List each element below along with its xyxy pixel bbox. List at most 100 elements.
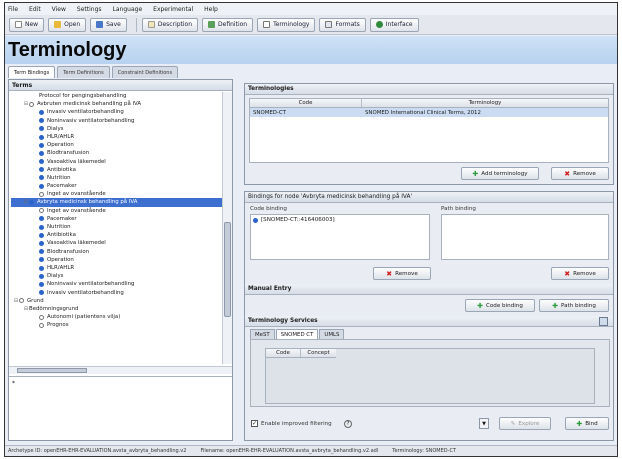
tree-node-label: Bedömningsgrund	[29, 305, 79, 312]
tree-node[interactable]: Dialys	[11, 125, 222, 133]
tree-node[interactable]: Antibiotika	[11, 166, 222, 174]
tab-umls[interactable]: UMLS	[319, 329, 345, 339]
menu-language[interactable]: Language	[113, 6, 143, 13]
tree-node[interactable]: Blodtransfusion	[11, 248, 222, 256]
coded-term-icon	[29, 200, 34, 206]
definition-button[interactable]: Definition	[202, 17, 254, 32]
menu-file[interactable]: File	[8, 6, 18, 13]
tree-node-label: Autonomi (patientens vilja)	[47, 314, 121, 321]
table-row[interactable]: SNOMED-CT SNOMED International Clinical …	[250, 108, 608, 117]
tab-term-definitions[interactable]: Term Definitions	[57, 66, 110, 78]
term-node-icon	[39, 322, 44, 328]
tree-node[interactable]: ⊟ Grund	[11, 297, 222, 305]
tree-node[interactable]: Inget av ovanstående	[11, 207, 222, 215]
remove-x-icon: ✖	[386, 269, 393, 278]
tree-node-label: Invasiv ventilatorbehandling	[47, 289, 124, 296]
tree-node-label: Vasoaktiva läkemedel	[47, 240, 106, 247]
tree-node-label: Prognos	[47, 322, 69, 329]
tree-node[interactable]: Invasiv ventilatorbehandling	[11, 289, 222, 297]
tree-node-label: Grund	[27, 297, 44, 304]
new-button[interactable]: New	[9, 17, 45, 32]
tree-node[interactable]: Vasoaktiva läkemedel	[11, 158, 222, 166]
tree-node[interactable]: Nutrition	[11, 174, 222, 182]
add-code-binding-button[interactable]: ✚ Code binding	[465, 299, 535, 312]
menu-experimental[interactable]: Experimental	[153, 6, 193, 13]
coded-term-icon	[39, 224, 44, 230]
tree-node[interactable]: Protocol for pengingsbehandling	[11, 92, 222, 100]
term-node-icon	[39, 314, 44, 320]
tree-horizontal-scrollbar[interactable]	[9, 366, 232, 374]
tree-node[interactable]: Vasoaktiva läkemedel	[11, 239, 222, 247]
path-binding-list[interactable]	[441, 214, 609, 260]
add-terminology-button[interactable]: ✚ Add terminology	[461, 167, 539, 180]
dropdown-arrow-button[interactable]: ▼	[479, 418, 489, 429]
coded-term-icon	[39, 118, 44, 124]
tab-mest[interactable]: MeST	[250, 329, 275, 339]
scroll-thumb[interactable]	[224, 222, 231, 317]
terms-tree: Protocol for pengingsbehandling ⊟ Avbruten…	[9, 92, 222, 364]
menu-settings[interactable]: Settings	[77, 6, 102, 13]
bind-button[interactable]: ✚ Bind	[565, 417, 609, 430]
add-path-binding-button[interactable]: ✚ Path binding	[539, 299, 609, 312]
tree-node[interactable]: Dialys	[11, 272, 222, 280]
remove-path-binding-button[interactable]: ✖ Remove	[551, 267, 609, 280]
tree-node-label: HLR/AHLR	[47, 133, 75, 140]
tree-node[interactable]: Autonomi (patientens vilja)	[11, 313, 222, 321]
tree-node[interactable]: Operation	[11, 256, 222, 264]
tree-node[interactable]: Nutrition	[11, 223, 222, 231]
tree-node[interactable]: ⊟ Bedömningsgrund	[11, 305, 222, 313]
tree-node[interactable]: HLR/AHLR	[11, 264, 222, 272]
list-item[interactable]: [SNOMED-CT::416406003]	[251, 215, 429, 225]
tab-snomed-ct[interactable]: SNOMED CT	[275, 329, 319, 339]
formats-button[interactable]: Formats	[319, 17, 366, 32]
tree-node[interactable]: Prognos	[11, 321, 222, 329]
tree-node[interactable]: Blodtransfusion	[11, 149, 222, 157]
explore-button[interactable]: ✎ Explore	[499, 417, 551, 430]
column-header-code[interactable]: Code	[250, 99, 362, 107]
tree-node-label: Noninvasiv ventilatorbehandling	[47, 281, 135, 288]
menu-help[interactable]: Help	[204, 6, 218, 13]
term-description-box[interactable]: *	[9, 376, 232, 440]
tree-node[interactable]: Noninvasiv ventilatorbehandling	[11, 280, 222, 288]
save-button[interactable]: Save	[90, 17, 127, 32]
explore-icon: ✎	[510, 420, 516, 427]
tree-node[interactable]: ⊟ Avbruten medicinsk behandling på IVA	[11, 100, 222, 108]
tree-node-label: Nutrition	[47, 174, 71, 181]
app-window: File Edit View Settings Language Experim…	[4, 2, 618, 457]
collapse-icon[interactable]	[599, 317, 608, 326]
column-header-terminology[interactable]: Terminology	[362, 99, 608, 107]
terminology-button[interactable]: Terminology	[257, 17, 316, 32]
interface-button[interactable]: Interface	[369, 17, 419, 32]
open-button[interactable]: Open	[48, 17, 87, 32]
terms-panel: Terms Protocol for pengingsbehandling ⊟ Av…	[8, 79, 233, 441]
help-icon[interactable]: ?	[344, 420, 352, 428]
coded-term-icon	[39, 134, 44, 140]
binding-bullet-icon	[253, 217, 258, 223]
tree-node[interactable]: Antibiotika	[11, 231, 222, 239]
scroll-thumb[interactable]	[17, 368, 87, 373]
tree-node-label: Vasoaktiva läkemedel	[47, 158, 106, 165]
column-header-code[interactable]: Code	[266, 349, 301, 357]
tree-vertical-scrollbar[interactable]	[222, 92, 232, 364]
code-binding-label: Code binding	[250, 206, 287, 212]
terms-panel-title: Terms	[9, 80, 232, 91]
tab-constraint-definitions[interactable]: Constraint Definitions	[111, 66, 179, 78]
improved-filtering-checkbox[interactable]: ✓	[251, 420, 258, 427]
tab-term-bindings[interactable]: Term Bindings	[8, 66, 56, 78]
tree-node[interactable]: Operation	[11, 141, 222, 149]
remove-terminology-button[interactable]: ✖ Remove	[551, 167, 609, 180]
tree-node[interactable]: Inget av ovanstående	[11, 190, 222, 198]
description-button[interactable]: Description	[141, 17, 199, 32]
tree-node[interactable]: Noninvasiv ventilatorbehandling	[11, 117, 222, 125]
code-binding-list[interactable]: [SNOMED-CT::416406003]	[250, 214, 430, 260]
remove-code-binding-button[interactable]: ✖ Remove	[373, 267, 431, 280]
tree-node[interactable]: Invasiv ventilatorbehandling	[11, 108, 222, 116]
tree-node[interactable]: Pacemaker	[11, 182, 222, 190]
column-header-concept[interactable]: Concept	[301, 349, 336, 357]
menu-edit[interactable]: Edit	[29, 6, 41, 13]
tree-node[interactable]: HLR/AHLR	[11, 133, 222, 141]
tree-node[interactable]: ⊟ Avbryta medicinsk behandling på IVA	[11, 198, 222, 207]
coded-term-icon	[39, 167, 44, 173]
menu-view[interactable]: View	[52, 6, 66, 13]
tree-node[interactable]: Pacemaker	[11, 215, 222, 223]
